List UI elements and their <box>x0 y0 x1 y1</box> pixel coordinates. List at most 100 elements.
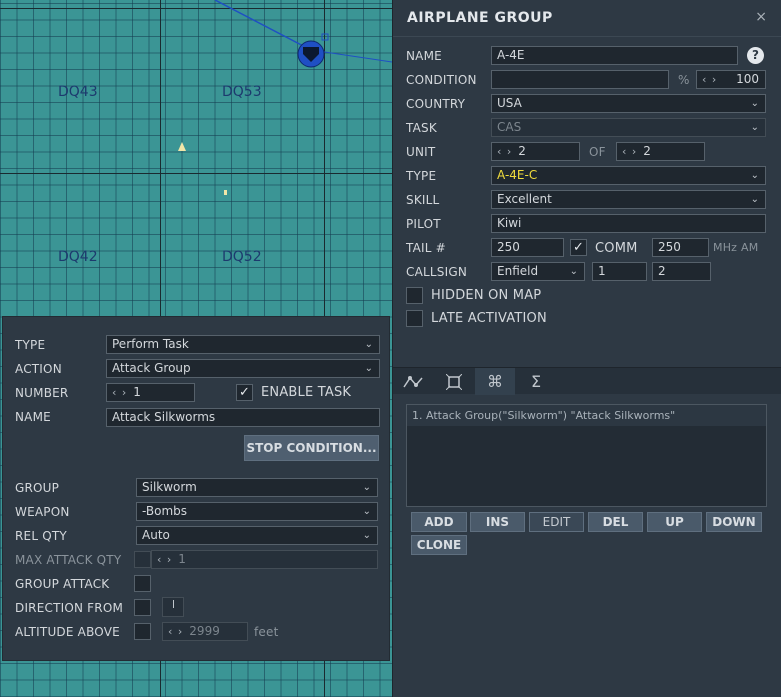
del-button[interactable]: DEL <box>588 512 643 532</box>
chevron-down-icon: ⌄ <box>750 122 759 133</box>
tail-number-input[interactable]: 250 <box>491 238 564 257</box>
number-value: 1 <box>133 385 141 399</box>
up-button[interactable]: UP <box>647 512 702 532</box>
group-label: GROUP <box>15 481 60 495</box>
group-attack-checkbox[interactable] <box>134 575 151 592</box>
group-attack-label: GROUP ATTACK <box>15 577 110 591</box>
route-line <box>214 0 312 51</box>
title-divider <box>393 36 781 37</box>
ground-unit-icon <box>224 190 227 195</box>
callsign-number1-input[interactable]: 1 <box>592 262 647 281</box>
country-select[interactable]: USA ⌄ <box>491 94 766 113</box>
ins-button[interactable]: INS <box>470 512 525 532</box>
spin-arrows-icon[interactable]: ‹ › <box>497 145 512 158</box>
condition-pct-stepper[interactable]: ‹ › 100 <box>696 70 766 89</box>
late-activation-label: LATE ACTIVATION <box>431 311 547 326</box>
condition-input[interactable] <box>491 70 669 89</box>
skill-select[interactable]: Excellent ⌄ <box>491 190 766 209</box>
route-icon <box>403 376 423 388</box>
weapon-value: -Bombs <box>142 504 188 518</box>
altitude-stepper[interactable]: ‹ › 2999 <box>162 622 248 641</box>
callsign-value: Enfield <box>497 264 539 278</box>
direction-dial[interactable] <box>162 597 184 617</box>
panel-title: AIRPLANE GROUP <box>407 10 553 26</box>
late-activation-checkbox[interactable] <box>406 310 423 327</box>
task-list[interactable]: 1. Attack Group("Silkworm") "Attack Silk… <box>406 404 767 507</box>
altitude-value: 2999 <box>189 624 220 638</box>
actions-icon: ⌘ <box>487 372 503 391</box>
chevron-down-icon: ⌄ <box>362 506 371 517</box>
altitude-above-checkbox[interactable] <box>134 623 151 640</box>
spin-arrows-icon[interactable]: ‹ › <box>168 625 183 638</box>
rel-qty-value: Auto <box>142 528 170 542</box>
number-stepper[interactable]: ‹ › 1 <box>106 383 195 402</box>
direction-from-checkbox[interactable] <box>134 599 151 616</box>
country-label: COUNTRY <box>406 97 466 111</box>
chevron-down-icon: ⌄ <box>569 266 578 277</box>
stop-condition-button[interactable]: STOP CONDITION... <box>244 435 379 461</box>
enable-task-label: ENABLE TASK <box>261 385 352 400</box>
task-name-input[interactable]: Attack Silkworms <box>106 408 380 427</box>
callsign-number2-input[interactable]: 2 <box>652 262 711 281</box>
action-value: Attack Group <box>112 361 191 375</box>
max-attack-qty-label: MAX ATTACK QTY <box>15 553 122 567</box>
aircraft-type-select[interactable]: A-4E-C ⌄ <box>491 166 766 185</box>
comm-mode[interactable]: AM <box>741 241 758 254</box>
skill-value: Excellent <box>497 192 552 206</box>
direction-needle <box>173 600 174 608</box>
chevron-down-icon: ⌄ <box>362 482 371 493</box>
chevron-down-icon: ⌄ <box>362 530 371 541</box>
max-attack-qty-checkbox[interactable] <box>134 551 151 568</box>
unit-total-stepper[interactable]: ‹ › 2 <box>616 142 705 161</box>
altitude-above-label: ALTITUDE ABOVE <box>15 625 120 639</box>
spin-arrows-icon[interactable]: ‹ › <box>702 73 717 86</box>
tab-payload[interactable] <box>434 368 474 395</box>
tab-route[interactable] <box>393 368 433 395</box>
map-overlay <box>178 0 392 195</box>
chevron-down-icon: ⌄ <box>750 170 759 181</box>
task-type-value: Perform Task <box>112 337 189 351</box>
name-label: NAME <box>406 49 442 63</box>
pilot-input[interactable]: Kiwi <box>491 214 766 233</box>
weapon-label: WEAPON <box>15 505 70 519</box>
hidden-on-map-checkbox[interactable] <box>406 287 423 304</box>
condition-label: CONDITION <box>406 73 477 87</box>
airplane-group-panel: AIRPLANE GROUP × NAME A-4E ? CONDITION %… <box>392 0 781 697</box>
group-select[interactable]: Silkworm ⌄ <box>136 478 378 497</box>
chevron-down-icon: ⌄ <box>750 98 759 109</box>
weapon-select[interactable]: -Bombs ⌄ <box>136 502 378 521</box>
task-type-select[interactable]: Perform Task ⌄ <box>106 335 380 354</box>
list-item[interactable]: 1. Attack Group("Silkworm") "Attack Silk… <box>407 405 766 426</box>
callsign-select[interactable]: Enfield ⌄ <box>491 262 585 281</box>
spin-arrows-icon[interactable]: ‹ › <box>157 553 172 566</box>
task-select[interactable]: CAS ⌄ <box>491 118 766 137</box>
skill-label: SKILL <box>406 193 440 207</box>
task-panel: TYPE Perform Task ⌄ ACTION Attack Group … <box>2 316 390 661</box>
chevron-down-icon: ⌄ <box>364 363 373 374</box>
max-attack-qty-stepper[interactable]: ‹ › 1 <box>151 550 378 569</box>
add-button[interactable]: ADD <box>411 512 467 532</box>
clone-button[interactable]: CLONE <box>411 535 467 555</box>
help-icon[interactable]: ? <box>747 47 764 64</box>
spin-arrows-icon[interactable]: ‹ › <box>622 145 637 158</box>
chevron-down-icon: ⌄ <box>750 194 759 205</box>
type-label: TYPE <box>15 338 46 352</box>
comm-unit: MHz <box>713 241 738 254</box>
edit-button[interactable]: EDIT <box>529 512 584 532</box>
spin-arrows-icon[interactable]: ‹ › <box>112 386 127 399</box>
task-value: CAS <box>497 120 522 134</box>
comm-frequency-input[interactable]: 250 <box>652 238 709 257</box>
close-icon[interactable]: × <box>755 9 767 25</box>
rel-qty-select[interactable]: Auto ⌄ <box>136 526 378 545</box>
unit-stepper[interactable]: ‹ › 2 <box>491 142 580 161</box>
comm-checkbox[interactable]: ✓ <box>570 239 587 256</box>
rel-qty-label: REL QTY <box>15 529 67 543</box>
tail-label: TAIL # <box>406 241 446 255</box>
tab-summary[interactable]: Σ <box>516 368 556 395</box>
group-name-input[interactable]: A-4E <box>491 46 738 65</box>
down-button[interactable]: DOWN <box>706 512 762 532</box>
airplane-group-icon <box>297 40 325 68</box>
tab-actions[interactable]: ⌘ <box>475 368 515 395</box>
action-select[interactable]: Attack Group ⌄ <box>106 359 380 378</box>
enable-task-checkbox[interactable]: ✓ <box>236 384 253 401</box>
